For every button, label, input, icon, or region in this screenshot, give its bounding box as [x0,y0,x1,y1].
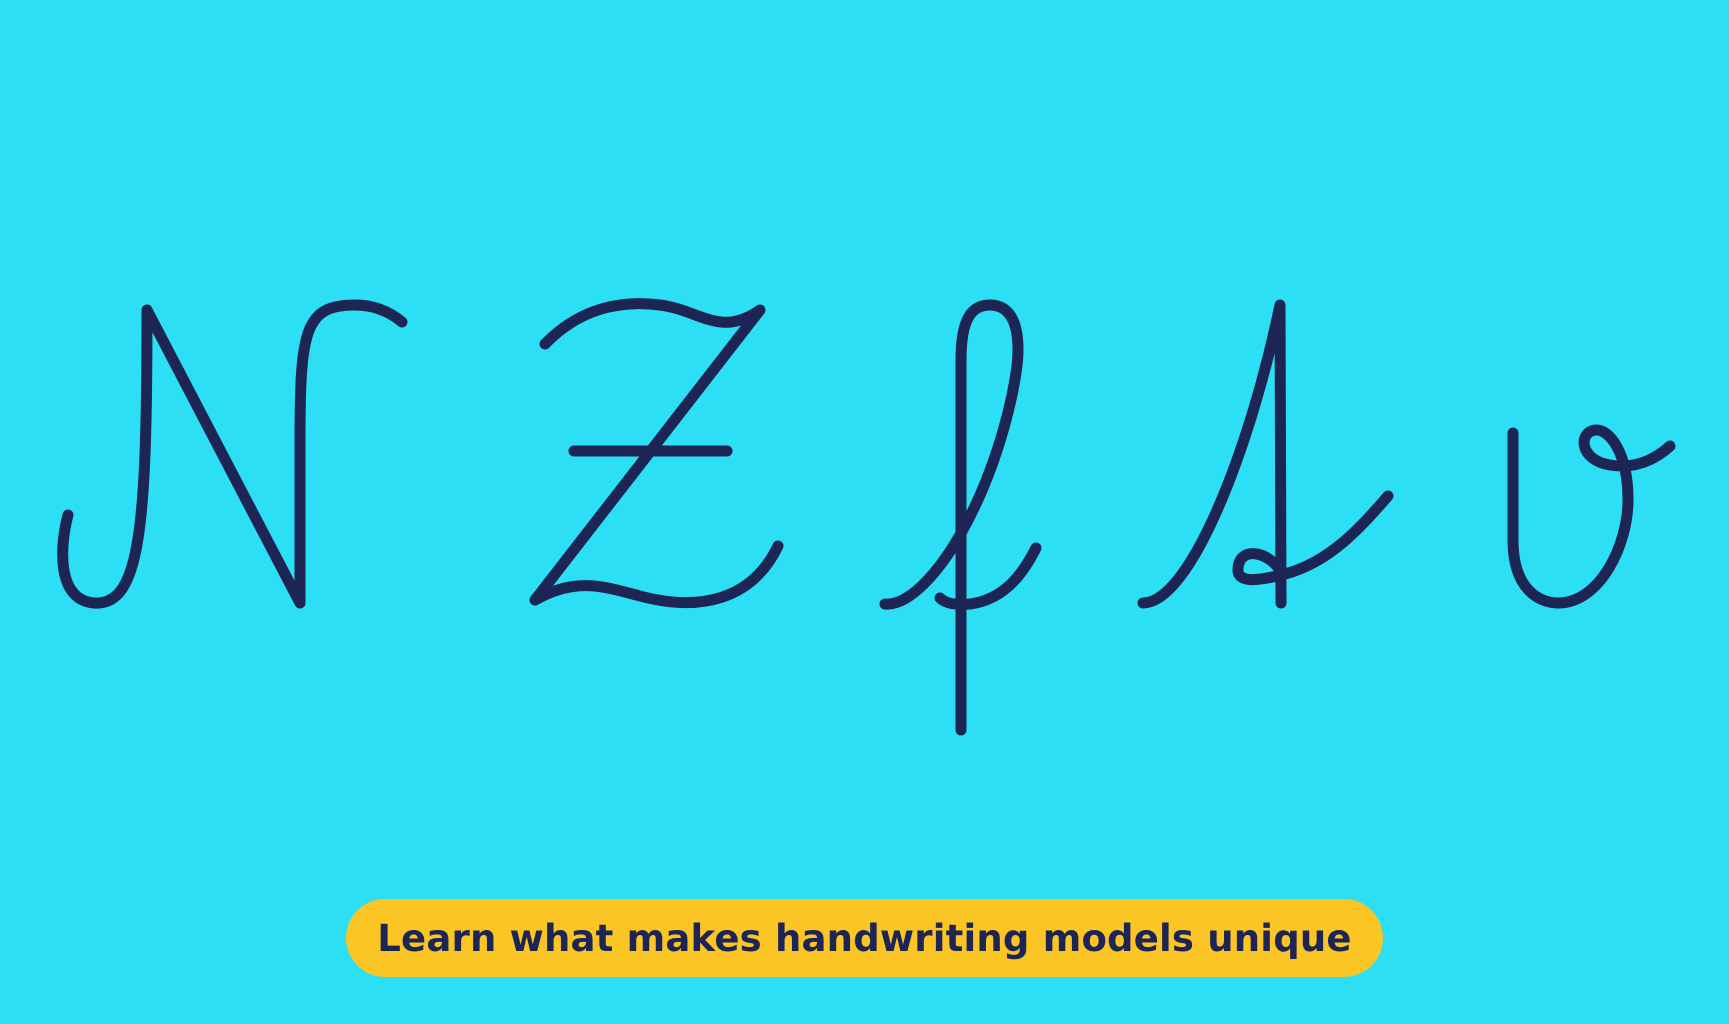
cursive-f-lower-loop [934,542,1042,610]
cursive-s-lower-loop [1232,490,1394,586]
banner-canvas: Learn what makes handwriting models uniq… [0,0,1729,1024]
tagline-text: Learn what makes handwriting models uniq… [377,916,1352,960]
handwriting-letters [57,298,1676,736]
cursive-lowercase-v-glyph [1507,424,1676,609]
cursive-capital-n-glyph [57,299,408,609]
tagline-pill: Learn what makes handwriting models uniq… [346,899,1383,977]
cursive-lowercase-f-glyph [879,299,1024,736]
